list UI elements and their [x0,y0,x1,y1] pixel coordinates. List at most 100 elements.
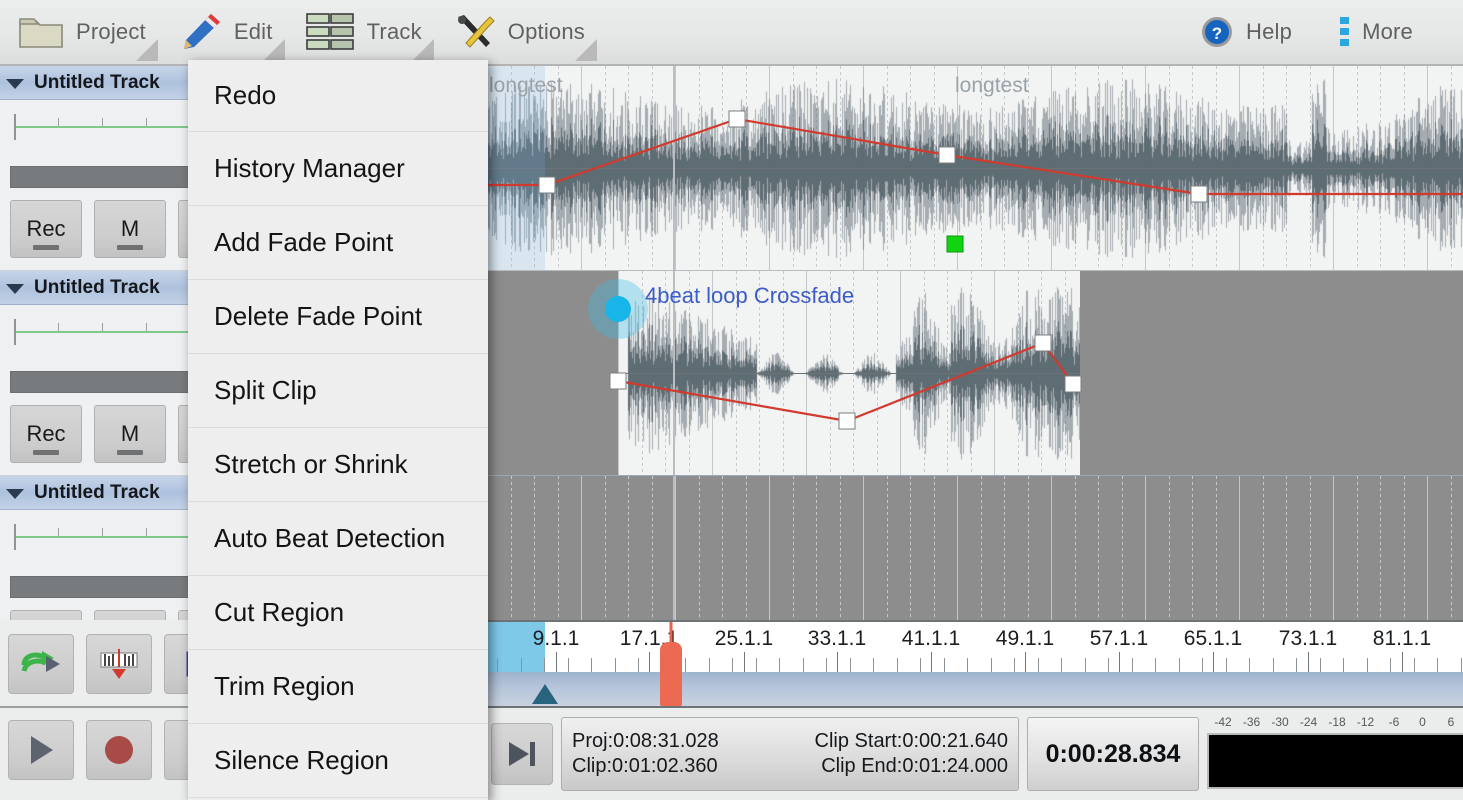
chevron-down-icon[interactable] [6,489,24,499]
ruler-tick-minor [544,658,545,672]
ruler-tick-major [744,652,745,672]
record-button[interactable] [86,720,152,780]
menu-item-delete-fade-point[interactable]: Delete Fade Point [188,280,488,354]
waveform-track-2[interactable]: 4beat loop Crossfade [487,271,1463,476]
ruler-tick-minor [1390,658,1391,672]
fade-point[interactable] [939,147,956,164]
region-marker[interactable] [532,684,558,704]
fade-point[interactable] [1035,335,1052,352]
ruler-label-strip[interactable]: 9.1.117.1.125.1.133.1.141.1.149.1.157.1.… [487,622,1463,672]
track-mute-button[interactable]: M [94,610,166,620]
beat-detect-button[interactable] [86,634,152,694]
waveform-track-3[interactable] [487,476,1463,620]
project-time-label: Proj:0:08:31.028 [572,730,719,753]
track-mute-button[interactable]: M [94,200,166,258]
ruler-tick-minor [1085,658,1086,672]
ruler-tick-minor [1202,658,1203,672]
toolbar-item-project[interactable]: Project [0,0,160,65]
fade-point[interactable] [539,177,556,194]
waveform-track-1[interactable]: longtest longtest [487,66,1463,271]
fader-handle[interactable] [14,319,16,345]
ruler-label: 57.1.1 [1090,627,1148,651]
menu-item-redo[interactable]: Redo [188,60,488,132]
toolbar-item-help-label: Help [1246,19,1292,45]
level-meter-tick-label: -30 [1271,715,1288,729]
menu-item-stretch-or-shrink[interactable]: Stretch or Shrink [188,428,488,502]
fade-point[interactable] [1065,376,1082,393]
level-meter-tick-label: -18 [1328,715,1345,729]
toolbar-item-track[interactable]: Track [287,0,436,65]
ruler-label: 33.1.1 [808,627,866,651]
ruler-label: 9.1.1 [533,627,580,651]
skip-end-icon [505,739,539,769]
audio-clip[interactable] [487,66,1463,270]
chevron-down-icon[interactable] [6,79,24,89]
waveform-canvas[interactable]: longtest longtest 4beat loop Crossfade [487,66,1463,620]
time-row-top: Proj:0:08:31.028 Clip Start:0:00:21.640 [572,730,1008,753]
ruler-tick-major [649,652,650,672]
play-button[interactable] [8,720,74,780]
overflow-menu-icon [1340,17,1350,47]
playhead-body [660,642,682,706]
chevron-down-icon[interactable] [6,284,24,294]
ruler-tick-minor [615,658,616,672]
current-time-display: 0:00:28.834 [1027,717,1199,791]
fade-point-selected[interactable] [947,236,964,253]
toolbar-item-options[interactable]: Options [436,0,599,65]
track-mute-button[interactable]: M [94,405,166,463]
skip-to-end-button[interactable] [491,723,553,785]
selection-band [487,66,545,270]
track-name-label: Untitled Track [34,72,160,94]
timeline-ruler[interactable]: 9.1.117.1.125.1.133.1.141.1.149.1.157.1.… [487,620,1463,708]
menu-item-cut-region[interactable]: Cut Region [188,576,488,650]
fader-handle[interactable] [14,524,16,550]
ruler-label: 81.1.1 [1373,627,1431,651]
playhead-handle[interactable] [660,622,682,706]
audio-clip[interactable] [618,271,1080,475]
level-meter-tick-label: -24 [1300,715,1317,729]
ruler-tick-minor [1320,658,1321,672]
top-toolbar: Project Edit [0,0,1463,66]
ruler-scrollbar-strip[interactable] [487,672,1463,706]
menu-item-add-fade-point[interactable]: Add Fade Point [188,206,488,280]
fade-point[interactable] [1191,186,1208,203]
ruler-tick-minor [803,658,804,672]
loop-button[interactable] [8,634,74,694]
track-name-label: Untitled Track [34,482,160,504]
ruler-tick-minor [1108,658,1109,672]
ruler-tick-minor [1273,658,1274,672]
track-record-button[interactable]: Rec [10,200,82,258]
ruler-label: 73.1.1 [1279,627,1337,651]
ruler-tick-minor [1061,658,1062,672]
track-record-button[interactable]: Rec [10,610,82,620]
touch-indicator [588,279,648,339]
ruler-tick-major [1119,652,1120,672]
help-icon: ? [1200,15,1234,49]
ruler-tick-minor [1014,658,1015,672]
output-level-meter: -42-36-30-24-18-12-60612 [1207,715,1463,793]
play-icon [25,733,57,767]
beat-detect-icon [99,647,139,681]
fade-point[interactable] [729,111,746,128]
track-record-button[interactable]: Rec [10,405,82,463]
menu-item-split-clip[interactable]: Split Clip [188,354,488,428]
tools-icon [454,13,496,51]
menu-item-silence-region[interactable]: Silence Region [188,724,488,798]
waveform-centerline [487,168,1463,169]
ruler-tick-minor [944,658,945,672]
fade-point[interactable] [610,373,627,390]
menu-item-trim-region[interactable]: Trim Region [188,650,488,724]
level-meter-tick-label: 6 [1448,715,1455,729]
menu-item-history-manager[interactable]: History Manager [188,132,488,206]
toolbar-item-edit[interactable]: Edit [160,0,287,65]
ruler-tick-minor [967,658,968,672]
ruler-tick-minor [1343,658,1344,672]
status-bar: Proj:0:08:31.028 Clip Start:0:00:21.640 … [487,708,1463,800]
fader-handle[interactable] [14,114,16,140]
fade-point[interactable] [839,413,856,430]
menu-item-auto-beat-detection[interactable]: Auto Beat Detection [188,502,488,576]
toolbar-item-more[interactable]: More [1316,0,1437,65]
clip-end-label: Clip End:0:01:24.000 [821,755,1008,778]
toolbar-item-help[interactable]: ? Help [1176,0,1316,65]
edit-dropdown-menu[interactable]: RedoHistory ManagerAdd Fade PointDelete … [188,60,488,800]
